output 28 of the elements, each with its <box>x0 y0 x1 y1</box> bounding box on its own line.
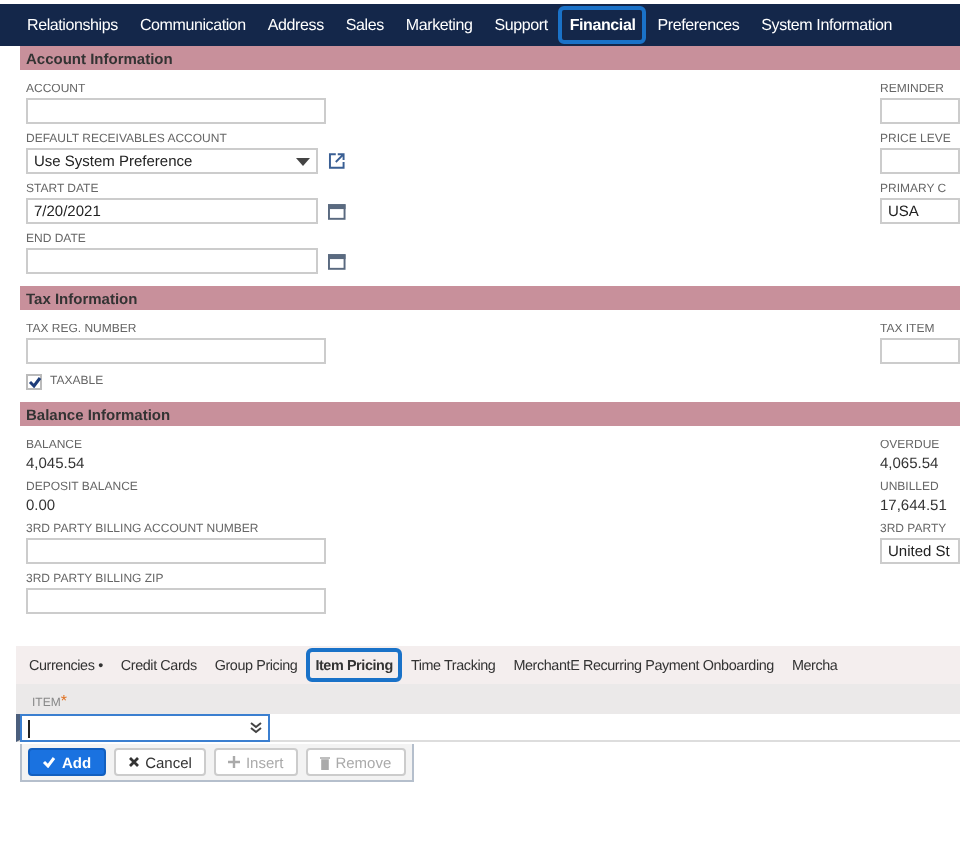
nav-tab[interactable]: Communication <box>128 6 257 44</box>
double-chevron-icon <box>250 722 262 734</box>
input-field[interactable] <box>26 98 326 124</box>
close-icon <box>127 756 140 768</box>
nav-tab[interactable]: Relationships <box>16 6 129 44</box>
required-mark: * <box>60 692 67 710</box>
input-field[interactable] <box>26 338 326 364</box>
nav-tab[interactable]: Sales <box>334 6 395 44</box>
nav-tab[interactable]: System Information <box>750 6 903 44</box>
input-field[interactable] <box>26 588 326 614</box>
trash-icon <box>319 755 330 769</box>
input-field[interactable] <box>880 148 960 174</box>
date-field[interactable] <box>26 248 319 274</box>
checkmark-icon <box>42 756 56 768</box>
open-link-icon[interactable] <box>328 152 346 170</box>
checkbox[interactable] <box>26 374 42 390</box>
input-field[interactable] <box>880 98 960 124</box>
nav-tab[interactable]: Marketing <box>394 6 484 44</box>
item-dropdown-field[interactable] <box>20 714 270 742</box>
input-field[interactable] <box>880 338 960 364</box>
nav-tab[interactable]: Address <box>256 6 335 44</box>
nav-tab[interactable]: Preferences <box>646 6 751 44</box>
calendar-icon[interactable] <box>328 253 346 269</box>
plus-icon <box>227 756 240 768</box>
input-field[interactable] <box>26 538 326 564</box>
dropdown-arrow-icon <box>296 157 311 165</box>
nav-tab[interactable]: Support <box>483 6 559 44</box>
calendar-icon[interactable] <box>328 203 346 219</box>
